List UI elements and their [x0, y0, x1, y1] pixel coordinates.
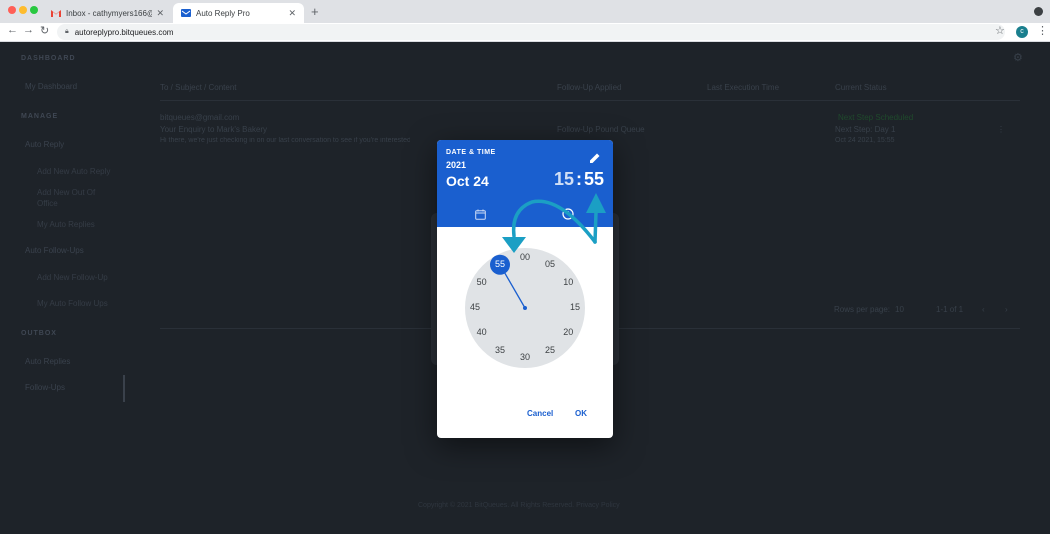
row-next-step: Next Step: Day 1 [835, 125, 896, 134]
clock-hand-pivot [523, 306, 527, 310]
new-tab-button[interactable]: + [311, 4, 319, 19]
gmail-icon [51, 9, 61, 17]
forward-icon[interactable]: → [23, 24, 34, 36]
sidebar-item-add-auto-reply[interactable]: Add New Auto Reply [37, 167, 110, 176]
minute-clock-dial[interactable]: 00 05 10 15 20 25 30 35 40 45 50 55 [465, 248, 585, 368]
dial-number-10[interactable]: 10 [560, 277, 576, 287]
status-badge: Next Step Scheduled [838, 113, 914, 122]
prev-page-icon[interactable]: ‹ [982, 305, 985, 314]
dial-number-20[interactable]: 20 [560, 327, 576, 337]
browser-tab-strip: Inbox - cathymyers166@gmail. ✕ Auto Repl… [0, 0, 1050, 23]
profile-avatar[interactable]: c [1016, 26, 1028, 38]
row-content: Hi there, we're just checking in on our … [160, 137, 410, 144]
app-favicon-icon [181, 9, 191, 17]
close-icon[interactable]: ✕ [156, 8, 164, 19]
dial-number-55[interactable]: 55 [492, 259, 508, 269]
dial-number-25[interactable]: 25 [542, 345, 558, 355]
window-close-button[interactable] [8, 6, 16, 14]
dial-number-40[interactable]: 40 [474, 327, 490, 337]
table-divider [160, 100, 1020, 101]
sidebar-group-auto-followups[interactable]: Auto Follow-Ups [25, 246, 84, 255]
sidebar-item-my-auto-replies[interactable]: My Auto Replies [37, 220, 95, 229]
dial-number-35[interactable]: 35 [492, 345, 508, 355]
rows-per-page-label: Rows per page: [834, 305, 891, 314]
rows-per-page-select[interactable]: 10 [895, 305, 904, 314]
cancel-button[interactable]: Cancel [527, 409, 553, 418]
window-minimize-button[interactable] [19, 6, 27, 14]
ok-button[interactable]: OK [575, 409, 587, 418]
sidebar-item-my-followups[interactable]: My Auto Follow Ups [37, 299, 108, 308]
sidebar-item-add-out-of-office-2[interactable]: Office [37, 199, 58, 208]
sidebar-item-add-followup[interactable]: Add New Follow-Up [37, 273, 108, 282]
pencil-icon[interactable] [589, 151, 601, 169]
sidebar-heading-manage: MANAGE [21, 113, 59, 120]
row-to: bitqueues@gmail.com [160, 113, 240, 122]
footer-privacy-link[interactable]: Privacy Policy [576, 502, 620, 509]
column-header-last-execution[interactable]: Last Execution Time [707, 83, 779, 92]
sidebar-item-dashboard[interactable]: My Dashboard [25, 82, 77, 91]
settings-gear-icon[interactable]: ⚙ [1013, 51, 1023, 64]
sidebar-group-auto-reply[interactable]: Auto Reply [25, 140, 64, 149]
back-icon[interactable]: ← [7, 24, 18, 36]
tab-label: Inbox - cathymyers166@gmail. [66, 8, 152, 18]
dial-number-50[interactable]: 50 [474, 277, 490, 287]
picker-label: DATE & TIME [446, 149, 496, 156]
row-followup[interactable]: Follow-Up Pound Queue [557, 125, 645, 134]
dial-number-00[interactable]: 00 [517, 252, 533, 262]
dial-number-05[interactable]: 05 [542, 259, 558, 269]
clock-icon[interactable] [562, 207, 574, 225]
dial-number-15[interactable]: 15 [567, 302, 583, 312]
next-page-icon[interactable]: › [1005, 305, 1008, 314]
pagination-range: 1-1 of 1 [936, 305, 964, 314]
tab-inbox[interactable]: Inbox - cathymyers166@gmail. ✕ [43, 3, 172, 23]
window-maximize-button[interactable] [30, 6, 38, 14]
picker-year[interactable]: 2021 [446, 160, 466, 170]
row-menu-icon[interactable]: ⋮ [997, 125, 1005, 134]
browser-menu-icon[interactable] [1034, 7, 1043, 16]
dial-number-30[interactable]: 30 [517, 352, 533, 362]
picker-date[interactable]: Oct 24 [446, 173, 489, 189]
footer-copyright: Copyright © 2021 BitQueues. All Rights R… [418, 502, 620, 509]
bookmark-star-icon[interactable]: ☆ [995, 24, 1005, 37]
url-text: autoreplypro.bitqueues.com [74, 27, 174, 37]
sidebar-item-outbox-replies[interactable]: Auto Replies [25, 357, 70, 366]
column-header-followup[interactable]: Follow-Up Applied [557, 83, 621, 92]
row-subject: Your Enquiry to Mark's Bakery [160, 125, 268, 134]
sidebar-heading-outbox: OUTBOX [21, 330, 57, 337]
sidebar-active-indicator [123, 375, 125, 402]
tab-label: Auto Reply Pro [196, 8, 250, 18]
sidebar-item-outbox-followups[interactable]: Follow-Ups [25, 383, 65, 392]
datetime-picker-dialog: DATE & TIME 2021 Oct 24 15 : 55 00 05 10 15… [437, 140, 613, 438]
sidebar-item-add-out-of-office[interactable]: Add New Out Of [37, 188, 95, 197]
browser-toolbar: ← → ↻ 🔒︎ autoreplypro.bitqueues.com ☆ c … [0, 23, 1050, 42]
picker-header: DATE & TIME 2021 Oct 24 15 : 55 [437, 140, 613, 227]
lock-icon: 🔒︎ [65, 28, 69, 35]
calendar-icon[interactable] [475, 207, 486, 225]
picker-hour[interactable]: 15 [554, 169, 574, 190]
close-icon[interactable]: ✕ [288, 8, 296, 19]
address-bar[interactable]: 🔒︎ autoreplypro.bitqueues.com [57, 24, 1005, 40]
reload-icon[interactable]: ↻ [40, 24, 49, 37]
row-next-time: Oct 24 2021, 15:55 [835, 137, 895, 144]
sidebar-heading-dashboard: DASHBOARD [21, 55, 76, 62]
column-header-to[interactable]: To / Subject / Content [160, 83, 237, 92]
more-options-icon[interactable]: ⋮ [1037, 24, 1048, 37]
picker-time-display: 15 : 55 [553, 169, 604, 190]
dial-number-45[interactable]: 45 [467, 302, 483, 312]
column-header-status[interactable]: Current Status [835, 83, 887, 92]
tab-auto-reply-pro[interactable]: Auto Reply Pro ✕ [173, 3, 304, 23]
picker-minute[interactable]: 55 [584, 169, 604, 190]
